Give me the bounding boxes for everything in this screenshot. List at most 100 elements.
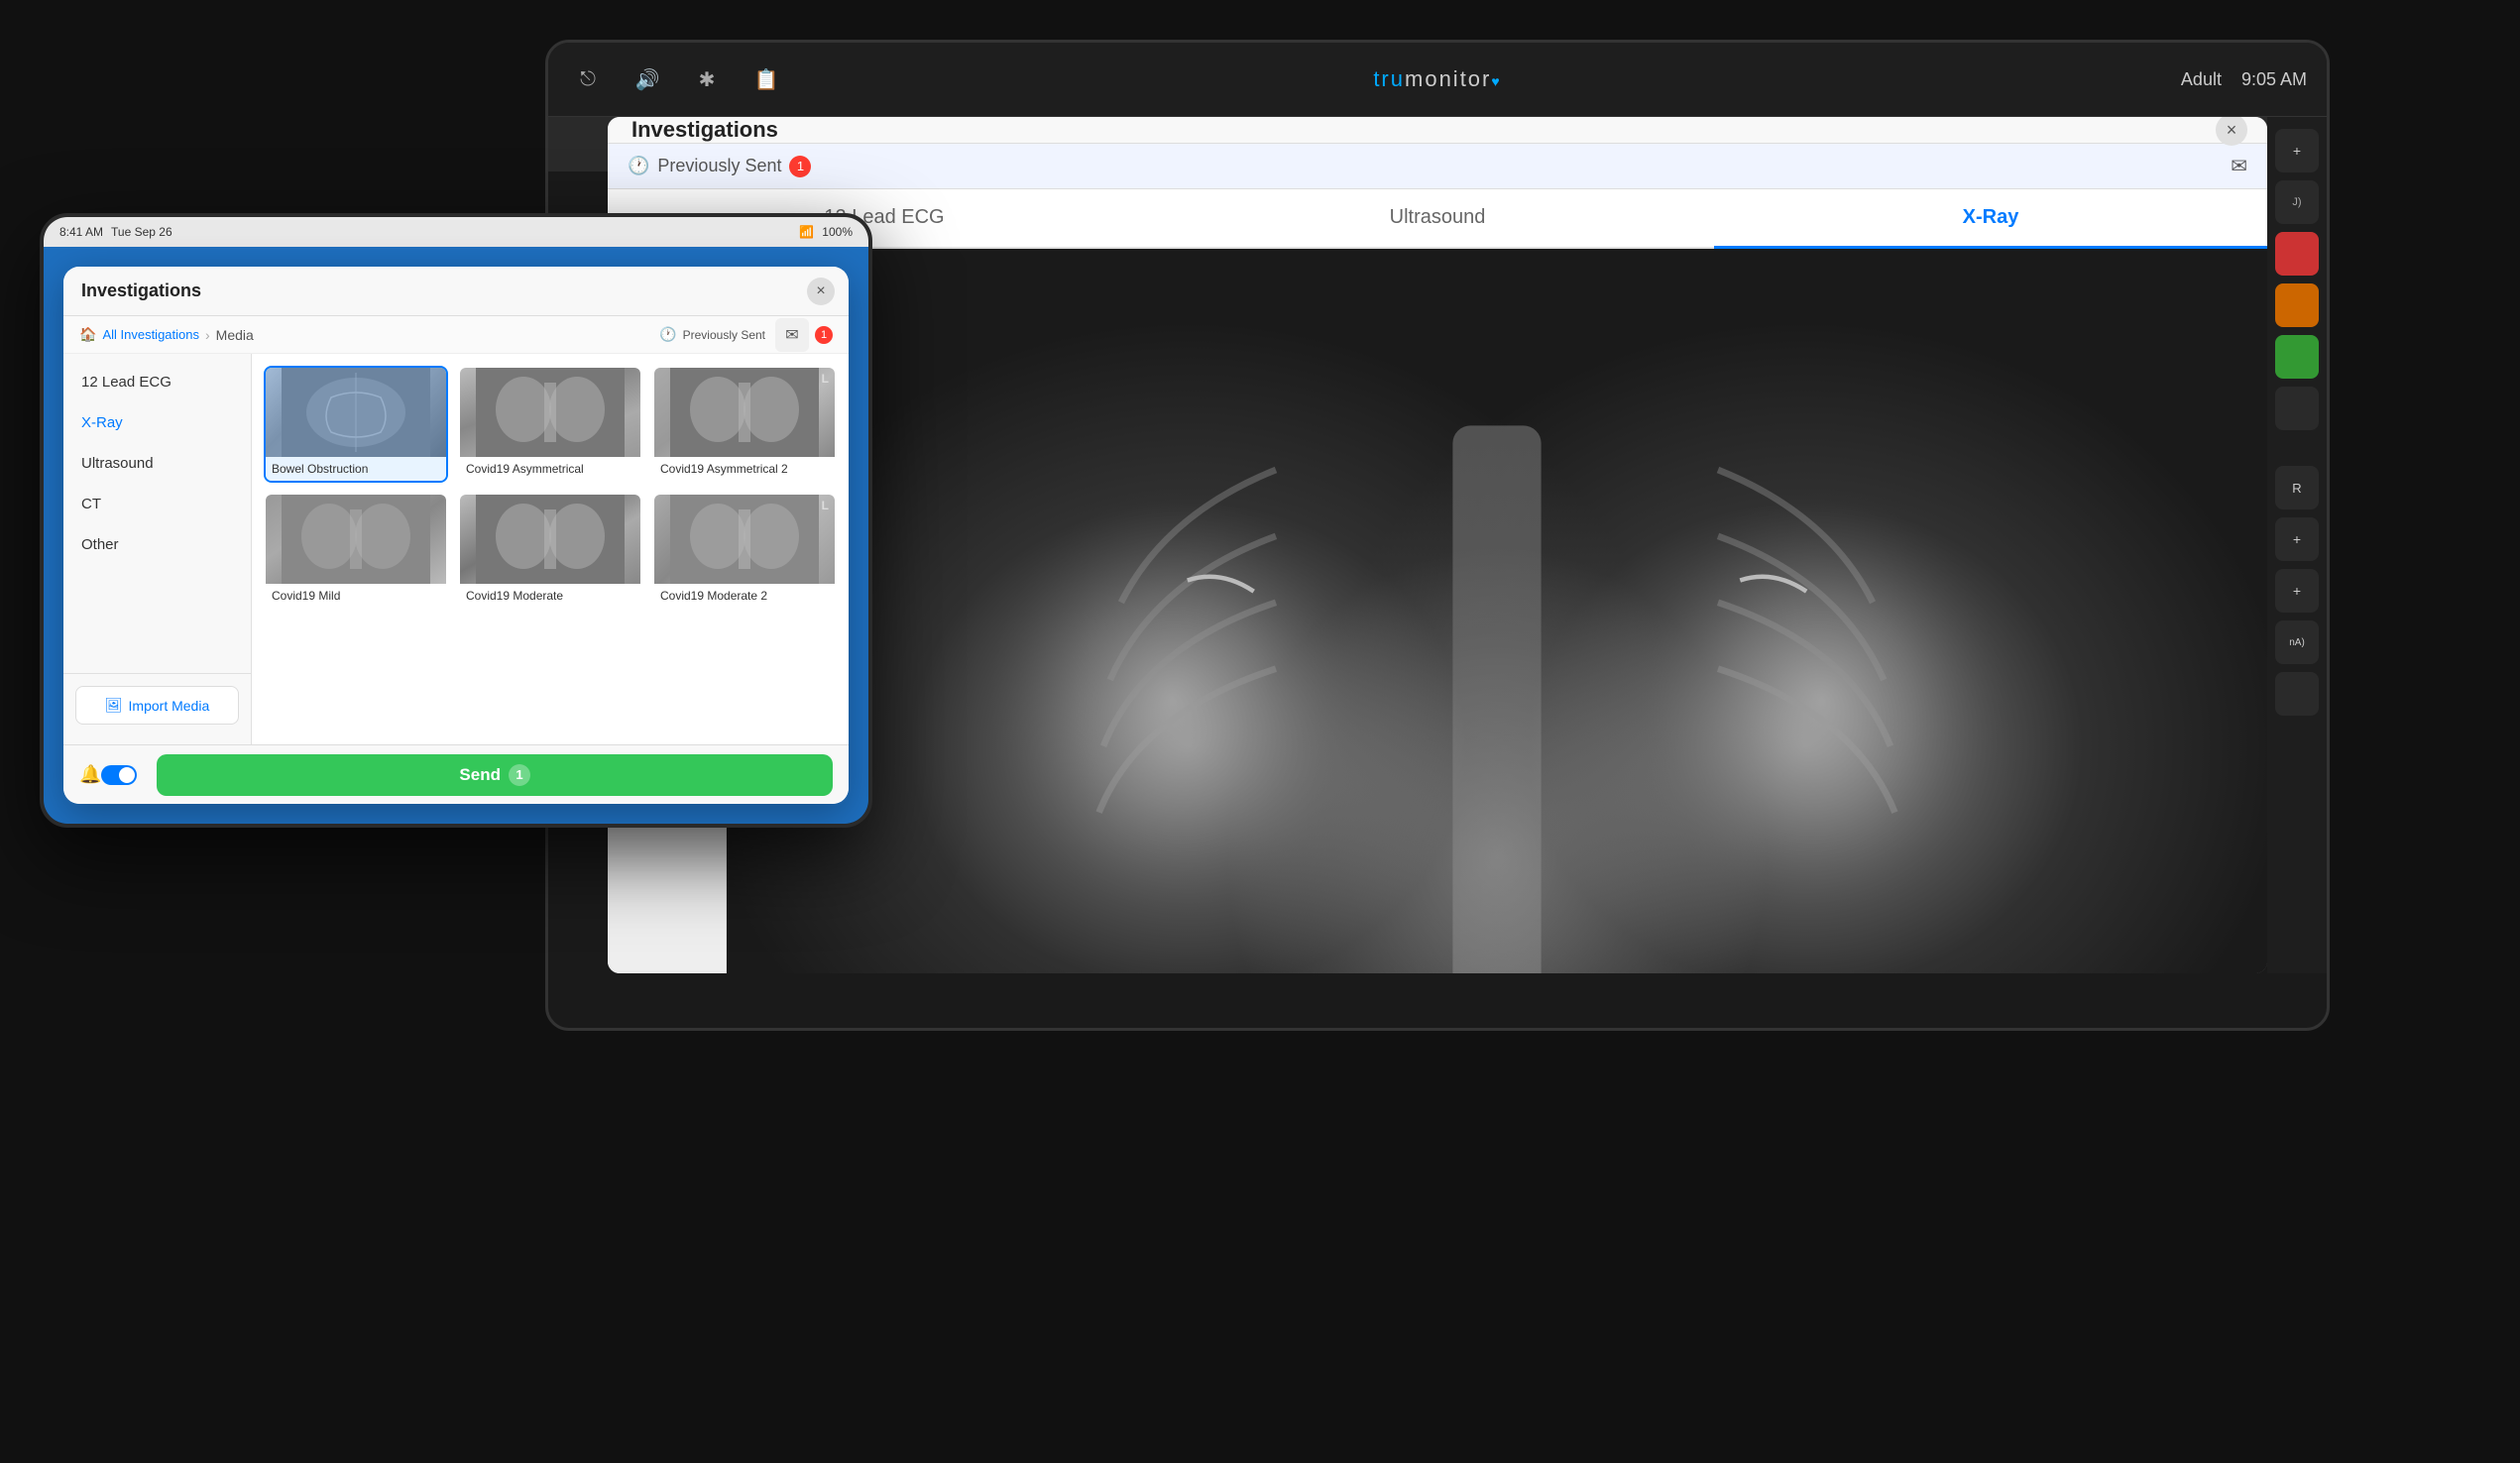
ipad-modal-footer: 🔔 Send 1 xyxy=(63,744,849,804)
toggle-switch[interactable] xyxy=(101,765,137,785)
ipad-investigations-modal: Investigations × 🏠 All Investigations › … xyxy=(63,267,849,804)
thumb-bowel xyxy=(266,368,446,457)
grid-item-bowel-obstruction[interactable]: Bowel Obstruction xyxy=(264,366,448,483)
ipad-sidebar: 12 Lead ECG X-Ray Ultrasound CT Other xyxy=(63,354,252,744)
sidebar-item-other[interactable]: Other xyxy=(63,524,251,565)
ipad-content: Investigations × 🏠 All Investigations › … xyxy=(44,247,868,824)
ipad-device: 8:41 AM Tue Sep 26 📶 100% Investigations… xyxy=(40,213,872,828)
right-label-r: R xyxy=(2275,466,2319,509)
grid-item-covid-asymmetrical[interactable]: Covid19 Asymmetrical xyxy=(458,366,642,483)
settings-icon[interactable]: 📋 xyxy=(746,59,786,99)
chest5-xray-svg xyxy=(654,495,835,584)
monitor-logo: trumonitor♥ xyxy=(1373,66,1501,92)
ipad-modal-title: Investigations xyxy=(81,281,201,301)
ipad-grid-container: Bowel Obstruction xyxy=(264,366,837,610)
email-icon[interactable]: ✉ xyxy=(2231,154,2247,178)
ipad-media-grid: Bowel Obstruction xyxy=(252,354,849,744)
ipad-statusbar-right: 📶 100% xyxy=(799,225,853,239)
patient-label-j: J) xyxy=(2275,180,2319,224)
corner-label-l: L xyxy=(822,372,829,386)
chest2-xray-svg xyxy=(654,368,835,457)
covid2-label: Covid19 Asymmetrical 2 xyxy=(654,457,835,481)
patient-type-label: Adult xyxy=(2181,69,2222,90)
chest1-xray-svg xyxy=(460,368,640,457)
ipad-breadcrumb: 🏠 All Investigations › Media 🕐 Previousl… xyxy=(63,316,849,354)
grid-item-covid-moderate2[interactable]: L Covid19 Moderate 2 xyxy=(652,493,837,610)
ipad-previously-sent[interactable]: 🕐 Previously Sent ✉ 1 xyxy=(659,318,833,352)
sidebar-item-ultrasound[interactable]: Ultrasound xyxy=(63,443,251,484)
brightness-icon[interactable]: ✱ xyxy=(687,59,727,99)
sidebar-item-xray[interactable]: X-Ray xyxy=(63,402,251,443)
send-label: Send xyxy=(459,765,501,785)
alert-btn-green[interactable] xyxy=(2275,335,2319,379)
alert-btn-orange[interactable] xyxy=(2275,283,2319,327)
right-add-btn-1[interactable]: + xyxy=(2275,129,2319,172)
monitor-topbar: ⎋ 🔊 ✱ 📋 trumonitor♥ Adult 9:05 AM xyxy=(548,43,2327,117)
previously-sent-count: 1 xyxy=(815,326,833,344)
clock-icon: 🕐 xyxy=(628,156,649,176)
sidebar-item-ct[interactable]: CT xyxy=(63,484,251,524)
xray-large-image xyxy=(727,249,2267,973)
covid5-label: Covid19 Moderate 2 xyxy=(654,584,835,608)
tab-xray[interactable]: X-Ray xyxy=(1714,189,2267,249)
corner-label-l2: L xyxy=(822,499,829,512)
monitor-xray-viewer: ⚙ xyxy=(727,249,2267,973)
exit-icon[interactable]: ⎋ xyxy=(568,59,608,99)
ipad-sidebar-bottom: 🖼 Import Media xyxy=(63,673,251,736)
previously-sent-label: Previously Sent xyxy=(657,156,781,176)
right-label-a: nA) xyxy=(2275,620,2319,664)
send-count-badge: 1 xyxy=(509,764,530,786)
battery-label: 100% xyxy=(822,225,853,239)
import-media-btn[interactable]: 🖼 Import Media xyxy=(75,686,239,725)
covid3-label: Covid19 Mild xyxy=(266,584,446,608)
breadcrumb-current: Media xyxy=(216,327,254,343)
breadcrumb-all-investigations[interactable]: All Investigations xyxy=(102,327,199,342)
thumb-covid5: L xyxy=(654,495,835,584)
grid-item-covid-moderate[interactable]: Covid19 Moderate xyxy=(458,493,642,610)
chest3-xray-svg xyxy=(266,495,446,584)
selected-overlay xyxy=(266,368,446,457)
monitor-topbar-right: Adult 9:05 AM xyxy=(2181,69,2307,90)
previously-sent-text: Previously Sent xyxy=(683,328,765,342)
breadcrumb-separator: › xyxy=(205,327,210,343)
monitor-previously-sent[interactable]: 🕐 Previously Sent 1 ✉ xyxy=(608,144,2267,189)
monitor-inv-header: Investigations × xyxy=(608,117,2267,144)
tab-ultrasound[interactable]: Ultrasound xyxy=(1161,189,1714,249)
monitor-inv-close-btn[interactable]: × xyxy=(2216,117,2247,146)
thumb-covid2: L xyxy=(654,368,835,457)
monitor-inv-title: Investigations xyxy=(631,117,778,143)
monitor-right-panel: + J) R + + nA) xyxy=(2267,117,2327,973)
xray-svg xyxy=(727,249,2267,973)
grid-item-covid-mild[interactable]: Covid19 Mild xyxy=(264,493,448,610)
grid-item-covid-asymmetrical2[interactable]: L Covid19 Asymmetrical 2 xyxy=(652,366,837,483)
bowel-obstruction-label: Bowel Obstruction xyxy=(266,457,446,481)
thumb-covid3 xyxy=(266,495,446,584)
ipad-modal-header: Investigations × xyxy=(63,267,849,316)
ipad-time: 8:41 AM xyxy=(59,225,103,239)
ipad-modal-close-btn[interactable]: × xyxy=(807,278,835,305)
ipad-date: Tue Sep 26 xyxy=(111,225,172,239)
mail-icon[interactable]: ✉ xyxy=(775,318,809,352)
right-btn-round[interactable] xyxy=(2275,672,2319,716)
send-button[interactable]: Send 1 xyxy=(157,754,833,796)
right-btn-grey[interactable] xyxy=(2275,387,2319,430)
home-icon: 🏠 xyxy=(79,326,96,343)
right-add-btn-2[interactable]: + xyxy=(2275,517,2319,561)
bell-icon[interactable]: 🔔 xyxy=(79,764,101,785)
covid1-label: Covid19 Asymmetrical xyxy=(460,457,640,481)
import-icon: 🖼 xyxy=(105,697,123,714)
sidebar-item-12lead[interactable]: 12 Lead ECG xyxy=(63,362,251,402)
right-add-btn-3[interactable]: + xyxy=(2275,569,2319,613)
volume-icon[interactable]: 🔊 xyxy=(628,59,667,99)
ipad-main-split: 12 Lead ECG X-Ray Ultrasound CT Other xyxy=(63,354,849,744)
monitor-time: 9:05 AM xyxy=(2241,69,2307,90)
ipad-statusbar: 8:41 AM Tue Sep 26 📶 100% xyxy=(44,217,868,247)
alert-btn-red[interactable] xyxy=(2275,232,2319,276)
ipad-modal-body: 🏠 All Investigations › Media 🕐 Previousl… xyxy=(63,316,849,804)
thumb-covid1 xyxy=(460,368,640,457)
previously-sent-badge: 1 xyxy=(789,156,811,177)
chest4-xray-svg xyxy=(460,495,640,584)
thumb-covid4 xyxy=(460,495,640,584)
clock-small-icon: 🕐 xyxy=(659,326,676,343)
covid4-label: Covid19 Moderate xyxy=(460,584,640,608)
